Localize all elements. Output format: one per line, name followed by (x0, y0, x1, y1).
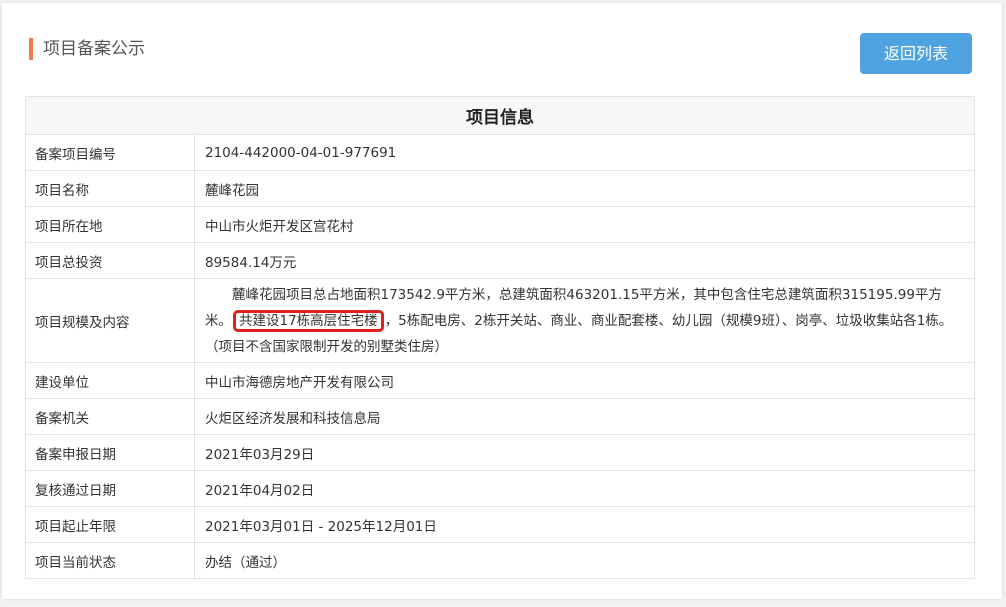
row-value: 麓峰花园项目总占地面积173542.9平方米，总建筑面积463201.15平方米… (194, 278, 975, 363)
row-label: 项目规模及内容 (25, 278, 195, 363)
table-row: 项目当前状态 办结（通过） (25, 542, 975, 579)
highlighted-text: 共建设17栋高层住宅楼 (233, 309, 384, 332)
row-label: 备案申报日期 (25, 434, 195, 471)
project-info-table: 项目信息 备案项目编号 2104-442000-04-01-977691 项目名… (25, 96, 975, 579)
row-value: 2021年03月29日 (194, 434, 975, 471)
row-label: 建设单位 (25, 362, 195, 399)
table-title: 项目信息 (25, 96, 975, 135)
row-label: 备案机关 (25, 398, 195, 435)
table-row: 备案申报日期 2021年03月29日 (25, 434, 975, 471)
row-value: 火炬区经济发展和科技信息局 (194, 398, 975, 435)
row-value: 办结（通过） (194, 542, 975, 579)
table-row: 建设单位 中山市海德房地产开发有限公司 (25, 362, 975, 399)
table-row: 项目所在地 中山市火炬开发区宫花村 (25, 206, 975, 243)
table-row: 备案项目编号 2104-442000-04-01-977691 (25, 134, 975, 171)
row-label: 复核通过日期 (25, 470, 195, 507)
scope-text: 麓峰花园项目总占地面积173542.9平方米，总建筑面积463201.15平方米… (205, 282, 964, 360)
row-value: 2104-442000-04-01-977691 (194, 134, 975, 171)
content-card: 项目备案公示 返回列表 项目信息 备案项目编号 2104-442000-04-0… (2, 3, 1002, 599)
back-to-list-button[interactable]: 返回列表 (860, 33, 972, 74)
row-label: 项目当前状态 (25, 542, 195, 579)
table-row: 复核通过日期 2021年04月02日 (25, 470, 975, 507)
row-value: 2021年03月01日 - 2025年12月01日 (194, 506, 975, 543)
table-row: 备案机关 火炬区经济发展和科技信息局 (25, 398, 975, 435)
page-title: 项目备案公示 (43, 39, 145, 59)
row-label: 项目总投资 (25, 242, 195, 279)
table-row: 项目名称 麓峰花园 (25, 170, 975, 207)
row-value: 89584.14万元 (194, 242, 975, 279)
row-label: 项目起止年限 (25, 506, 195, 543)
table-row: 项目规模及内容 麓峰花园项目总占地面积173542.9平方米，总建筑面积4632… (25, 278, 975, 363)
row-label: 项目名称 (25, 170, 195, 207)
row-label: 备案项目编号 (25, 134, 195, 171)
title-accent-bar (29, 38, 33, 60)
row-value: 麓峰花园 (194, 170, 975, 207)
row-value: 2021年04月02日 (194, 470, 975, 507)
row-value: 中山市海德房地产开发有限公司 (194, 362, 975, 399)
table-row: 项目起止年限 2021年03月01日 - 2025年12月01日 (25, 506, 975, 543)
row-label: 项目所在地 (25, 206, 195, 243)
table-row: 项目总投资 89584.14万元 (25, 242, 975, 279)
row-value: 中山市火炬开发区宫花村 (194, 206, 975, 243)
